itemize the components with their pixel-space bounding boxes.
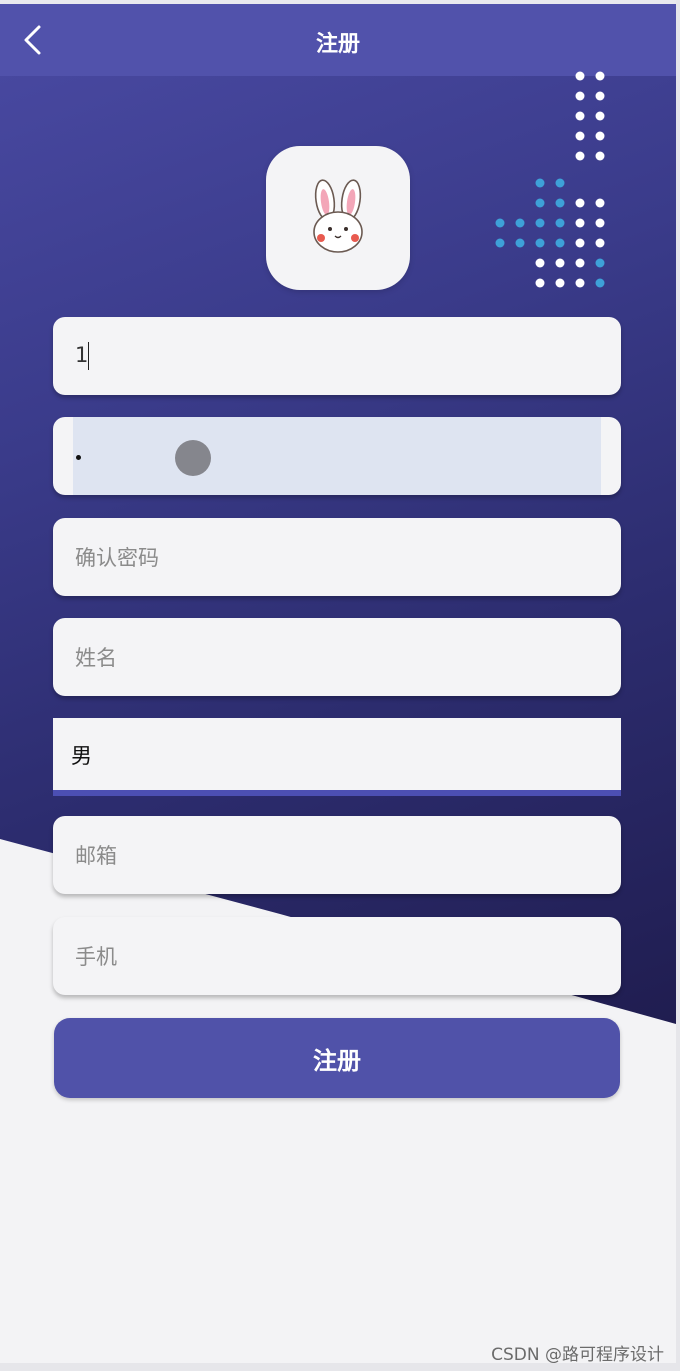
password-field[interactable] [53,417,621,495]
right-border [676,0,680,1371]
username-field[interactable]: 1 [53,317,621,395]
gender-select[interactable]: 男 [53,718,621,796]
phone-field[interactable] [53,917,621,997]
username-value: 1 [75,343,89,367]
app-logo [266,146,410,290]
name-input[interactable] [73,618,605,698]
text-cursor [88,342,89,370]
password-highlight [73,417,601,495]
confirm-password-field[interactable] [53,518,621,598]
password-mask-dot [76,455,81,460]
touch-indicator [175,440,211,476]
email-input[interactable] [73,816,605,896]
bottom-border [0,1363,680,1371]
confirm-password-input[interactable] [73,518,605,598]
navbar: 注册 [0,4,676,76]
gender-value: 男 [71,744,92,768]
name-field[interactable] [53,618,621,698]
phone-input[interactable] [73,917,605,997]
email-field[interactable] [53,816,621,896]
register-button[interactable]: 注册 [54,1018,620,1098]
decorative-dots [495,71,605,288]
watermark: CSDN @路可程序设计 [491,1345,664,1365]
page-title: 注册 [315,32,360,57]
rabbit-face-icon [313,179,363,253]
